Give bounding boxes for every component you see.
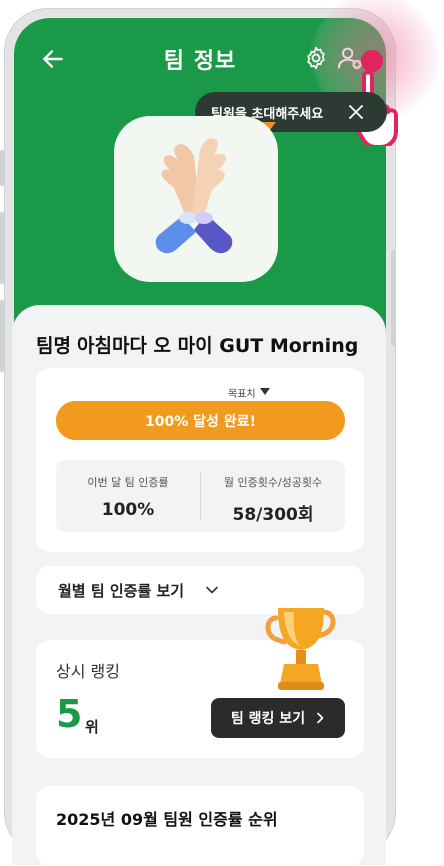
- stat-value: 100%: [101, 500, 155, 520]
- team-name: 팀명 아침마다 오 마이 GUT Morning: [36, 331, 358, 358]
- member-ranking-title: 2025년 09월 팀원 인증률 순위: [56, 810, 278, 829]
- monthly-rate-label[interactable]: 월별 팀 인증률 보기: [58, 580, 184, 601]
- stat-value: 58/300회: [232, 505, 314, 525]
- team-image: [114, 116, 278, 282]
- team-name-label: 팀명: [36, 335, 71, 357]
- rank-number: 5: [56, 692, 83, 736]
- goal-label: 목표치: [228, 389, 256, 400]
- rank-suffix: 위: [85, 718, 99, 736]
- phone-side-button: [391, 250, 396, 346]
- team-ranking-button[interactable]: 팀 랭킹 보기: [211, 698, 345, 738]
- progress-text: 100% 달성 완료!: [145, 413, 256, 430]
- stat-label: 이번 달 팀 인증률: [87, 476, 169, 489]
- goal-marker-icon: [260, 388, 270, 395]
- phone-side-button: [0, 300, 5, 372]
- trophy-icon: [265, 608, 336, 690]
- stat-cert-count: 월 인증횟수/성공횟수 58/300회: [201, 474, 345, 525]
- chevron-down-icon[interactable]: [205, 583, 219, 597]
- team-ranking-button-label: 팀 랭킹 보기: [230, 711, 306, 727]
- close-icon[interactable]: [349, 105, 363, 119]
- phone-side-button: [0, 212, 5, 284]
- team-name-value: 아침마다 오 마이 GUT Morning: [77, 335, 359, 357]
- high-five-icon: [155, 138, 233, 254]
- stat-label: 월 인증횟수/성공횟수: [223, 476, 323, 489]
- ranking-title: 상시 랭킹: [56, 662, 120, 681]
- stat-monthly-rate: 이번 달 팀 인증률 100%: [56, 474, 200, 520]
- phone-side-button: [0, 150, 5, 186]
- chevron-right-icon: [317, 712, 324, 724]
- progress-bar: 100% 달성 완료!: [56, 401, 345, 440]
